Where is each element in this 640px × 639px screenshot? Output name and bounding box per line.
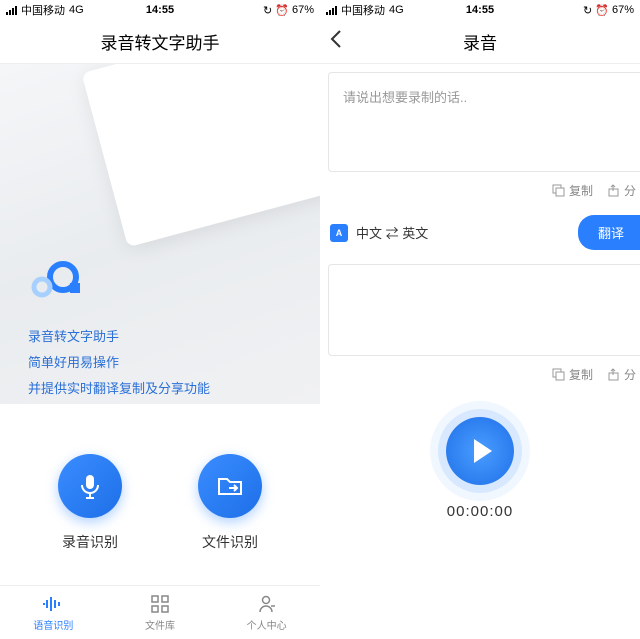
hero-line-2: 简单好用易操作	[28, 350, 210, 376]
file-recognition-label: 文件识别	[202, 532, 258, 552]
carrier-label: 中国移动	[21, 2, 65, 18]
loop-icon: ↻	[583, 4, 592, 17]
nav-bar: 录音	[320, 20, 640, 64]
hero-banner: 录音转文字助手 简单好用易操作 并提供实时翻译复制及分享功能	[0, 64, 320, 404]
status-time: 14:55	[466, 4, 494, 16]
record-recognition-label: 录音识别	[62, 532, 118, 552]
soundwave-icon	[41, 593, 65, 615]
status-bar: 中国移动 4G 14:55 ↻ ⏰ 67%	[320, 0, 640, 20]
copy-icon	[552, 368, 565, 381]
copy-icon	[552, 184, 565, 197]
translation-output	[328, 264, 640, 356]
folder-icon	[215, 471, 245, 501]
status-time: 14:55	[146, 4, 174, 16]
keyboard-decorative-image	[81, 64, 320, 247]
copy-button[interactable]: 复制	[552, 182, 593, 199]
tab-file-library[interactable]: 文件库	[107, 586, 214, 639]
person-icon	[258, 593, 276, 615]
page-title: 录音	[463, 29, 497, 54]
tab-personal-center[interactable]: 个人中心	[213, 586, 320, 639]
signal-icon	[6, 6, 17, 15]
network-label: 4G	[69, 4, 84, 16]
battery-label: 67%	[612, 4, 634, 16]
hero-line-3: 并提供实时翻译复制及分享功能	[28, 376, 210, 402]
recording-timer: 00:00:00	[320, 503, 640, 520]
share-icon	[607, 184, 620, 197]
nav-bar: 录音转文字助手	[0, 20, 320, 64]
status-bar: 中国移动 4G 14:55 ↻ ⏰ 67%	[0, 0, 320, 20]
tab-bar: 语音识别 文件库 个人中心	[0, 585, 320, 639]
app-logo	[28, 259, 88, 304]
play-record-button[interactable]	[446, 417, 514, 485]
page-title: 录音转文字助手	[101, 29, 220, 54]
alarm-icon: ⏰	[595, 4, 609, 17]
copy-translation-button[interactable]: 复制	[552, 366, 593, 383]
play-icon	[474, 439, 492, 463]
record-recognition-button[interactable]: 录音识别	[58, 454, 122, 552]
share-translation-button[interactable]: 分	[607, 366, 636, 383]
loop-icon: ↻	[263, 4, 272, 17]
translate-button[interactable]: 翻译	[578, 215, 640, 250]
translate-icon: A	[330, 224, 348, 242]
grid-icon	[151, 593, 169, 615]
battery-label: 67%	[292, 4, 314, 16]
carrier-label: 中国移动	[341, 2, 385, 18]
file-recognition-button[interactable]: 文件识别	[198, 454, 262, 552]
hero-line-1: 录音转文字助手	[28, 324, 210, 350]
signal-icon	[326, 6, 337, 15]
alarm-icon: ⏰	[275, 4, 289, 17]
back-button[interactable]	[330, 29, 342, 54]
language-pair-selector[interactable]: 中文 ⇄ 英文	[356, 223, 570, 242]
tab-voice-recognition[interactable]: 语音识别	[0, 586, 107, 639]
recording-placeholder: 请说出想要录制的话..	[343, 90, 467, 105]
microphone-icon	[75, 471, 105, 501]
share-button[interactable]: 分	[607, 182, 636, 199]
network-label: 4G	[389, 4, 404, 16]
recording-text-input[interactable]: 请说出想要录制的话..	[328, 72, 640, 172]
share-icon	[607, 368, 620, 381]
